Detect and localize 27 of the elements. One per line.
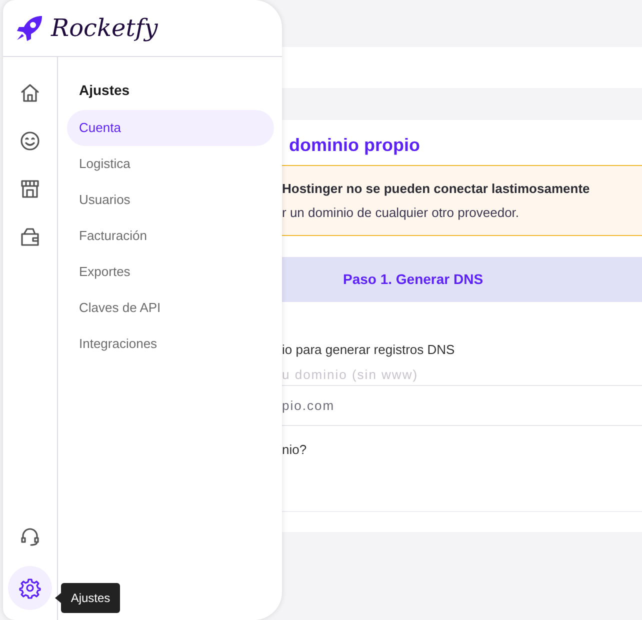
storefront-icon: [19, 178, 41, 200]
warning-text: r un dominio de cualquier otro proveedor.: [282, 204, 520, 222]
submenu-item[interactable]: Claves de API: [67, 290, 274, 326]
rocket-icon: [15, 13, 45, 43]
smiley-icon: [19, 130, 41, 152]
submenu-item[interactable]: Cuenta: [67, 110, 274, 146]
headset-icon: [19, 525, 41, 547]
home-icon: [19, 82, 41, 104]
submenu-item[interactable]: Integraciones: [67, 326, 274, 362]
submenu-item[interactable]: Facturación: [67, 218, 274, 254]
settings-icon: [19, 577, 41, 599]
step-header: Paso 1. Generar DNS: [282, 257, 642, 302]
tooltip: Ajustes: [61, 583, 120, 613]
question-text: nio?: [282, 441, 308, 459]
input-field[interactable]: u dominio (sin www): [282, 364, 642, 386]
settings-button[interactable]: [8, 566, 52, 610]
wallet-icon: [19, 226, 41, 248]
submenu-item[interactable]: Usuarios: [67, 182, 274, 218]
input-field[interactable]: pio.com: [282, 394, 642, 426]
page-heading: dominio propio: [288, 134, 421, 157]
tooltip-arrow-icon: [55, 593, 61, 603]
brand-logo[interactable]: Rocketfy: [51, 10, 158, 46]
submenu-item[interactable]: Exportes: [67, 254, 274, 290]
submenu-item[interactable]: Logistica: [67, 146, 274, 182]
warning-title: Hostinger no se pueden conectar lastimosamente: [282, 180, 591, 198]
field-label: io para generar registros DNS: [282, 341, 456, 359]
submenu-title: Ajustes: [78, 81, 131, 100]
